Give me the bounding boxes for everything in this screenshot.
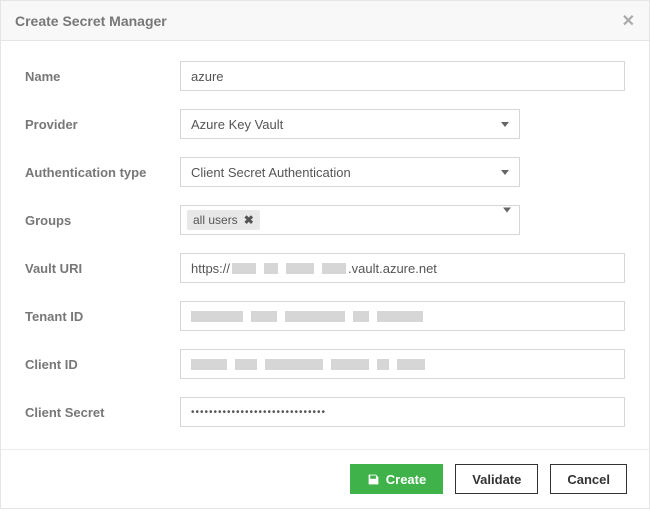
client-secret-input[interactable] xyxy=(180,397,625,427)
close-icon[interactable]: ✕ xyxy=(622,11,635,31)
validate-button-label: Validate xyxy=(472,472,521,487)
auth-type-selected-value: Client Secret Authentication xyxy=(191,165,351,180)
group-tag: all users ✖ xyxy=(187,210,260,230)
row-groups: Groups all users ✖ xyxy=(25,205,625,235)
row-client-id: Client ID xyxy=(25,349,625,379)
row-provider: Provider Azure Key Vault xyxy=(25,109,625,139)
chevron-down-icon xyxy=(501,122,509,127)
tenant-id-input[interactable] xyxy=(180,301,625,331)
vault-uri-input[interactable]: https:// .vault.azure.net xyxy=(180,253,625,283)
label-groups: Groups xyxy=(25,213,180,228)
label-auth-type: Authentication type xyxy=(25,165,180,180)
provider-select[interactable]: Azure Key Vault xyxy=(180,109,520,139)
row-client-secret: Client Secret xyxy=(25,397,625,427)
dialog-title: Create Secret Manager xyxy=(15,13,167,29)
chevron-down-icon xyxy=(503,208,511,228)
auth-type-select[interactable]: Client Secret Authentication xyxy=(180,157,520,187)
row-auth-type: Authentication type Client Secret Authen… xyxy=(25,157,625,187)
chevron-down-icon xyxy=(501,170,509,175)
save-icon xyxy=(367,473,380,486)
groups-dropdown-toggle[interactable] xyxy=(503,213,511,228)
row-tenant-id: Tenant ID xyxy=(25,301,625,331)
client-id-input[interactable] xyxy=(180,349,625,379)
dialog-header: Create Secret Manager ✕ xyxy=(1,1,649,41)
row-vault-uri: Vault URI https:// .vault.azure.net xyxy=(25,253,625,283)
provider-selected-value: Azure Key Vault xyxy=(191,117,283,132)
label-tenant-id: Tenant ID xyxy=(25,309,180,324)
validate-button[interactable]: Validate xyxy=(455,464,538,494)
label-name: Name xyxy=(25,69,180,84)
label-client-secret: Client Secret xyxy=(25,405,180,420)
vault-uri-prefix: https:// xyxy=(191,261,230,276)
group-tag-label: all users xyxy=(193,213,238,227)
label-provider: Provider xyxy=(25,117,180,132)
vault-uri-suffix: .vault.azure.net xyxy=(348,261,437,276)
groups-multiselect[interactable]: all users ✖ xyxy=(180,205,520,235)
label-vault-uri: Vault URI xyxy=(25,261,180,276)
dialog-footer: Create Validate Cancel xyxy=(1,449,649,508)
cancel-button-label: Cancel xyxy=(567,472,610,487)
cancel-button[interactable]: Cancel xyxy=(550,464,627,494)
name-input[interactable] xyxy=(180,61,625,91)
dialog-body: Name Provider Azure Key Vault Authentica… xyxy=(1,41,649,449)
remove-tag-icon[interactable]: ✖ xyxy=(244,213,254,227)
create-button[interactable]: Create xyxy=(350,464,443,494)
row-name: Name xyxy=(25,61,625,91)
create-secret-manager-dialog: Create Secret Manager ✕ Name Provider Az… xyxy=(0,0,650,509)
create-button-label: Create xyxy=(386,472,426,487)
label-client-id: Client ID xyxy=(25,357,180,372)
